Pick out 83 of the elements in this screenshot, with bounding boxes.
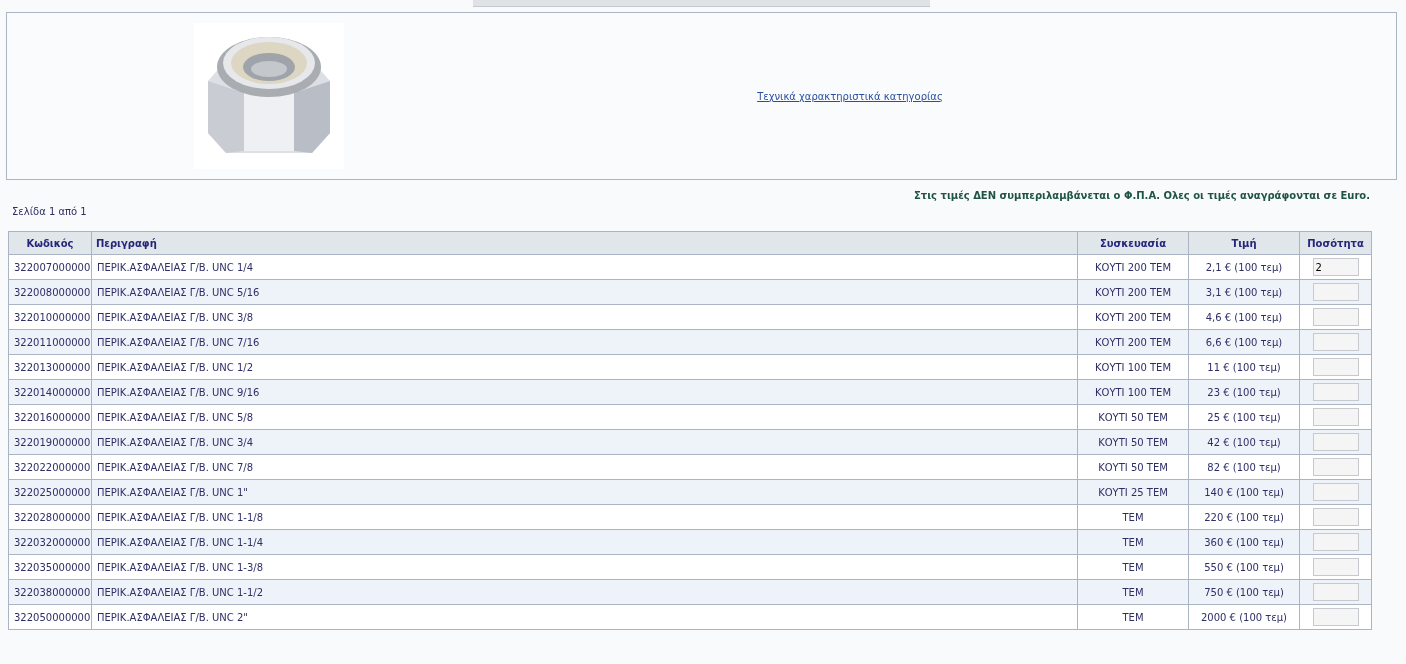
- price-cell: 2,1 € (100 τεμ): [1188, 254, 1300, 280]
- quantity-field[interactable]: [1312, 358, 1359, 376]
- code-cell: 322019000000: [8, 429, 92, 455]
- column-header: Ποσότητα: [1299, 231, 1372, 255]
- packaging-cell: ΚΟΥΤΙ 50 ΤΕΜ: [1077, 454, 1189, 480]
- description-cell: ΠΕΡΙΚ.ΑΣΦΑΛΕΙΑΣ Γ/Β. UNC 5/8: [91, 404, 1078, 430]
- quantity-field[interactable]: [1312, 458, 1359, 476]
- code-cell: 322032000000: [8, 529, 92, 555]
- quantity-field[interactable]: [1312, 483, 1359, 501]
- description-cell: ΠΕΡΙΚ.ΑΣΦΑΛΕΙΑΣ Γ/Β. UNC 1-1/8: [91, 504, 1078, 530]
- packaging-cell: ΚΟΥΤΙ 200 ΤΕΜ: [1077, 254, 1189, 280]
- quantity-field[interactable]: [1312, 608, 1359, 626]
- packaging-cell: ΤΕΜ: [1077, 529, 1189, 555]
- code-cell: 322025000000: [8, 479, 92, 505]
- quantity-field[interactable]: [1312, 433, 1359, 451]
- price-cell: 6,6 € (100 τεμ): [1188, 329, 1300, 355]
- price-cell: 23 € (100 τεμ): [1188, 379, 1300, 405]
- quantity-field[interactable]: [1312, 508, 1359, 526]
- price-cell: 750 € (100 τεμ): [1188, 579, 1300, 605]
- quantity-field[interactable]: [1312, 583, 1359, 601]
- price-cell: 220 € (100 τεμ): [1188, 504, 1300, 530]
- description-cell: ΠΕΡΙΚ.ΑΣΦΑΛΕΙΑΣ Γ/Β. UNC 1/2: [91, 354, 1078, 380]
- description-cell: ΠΕΡΙΚ.ΑΣΦΑΛΕΙΑΣ Γ/Β. UNC 5/16: [91, 279, 1078, 305]
- code-cell: 322016000000: [8, 404, 92, 430]
- column-header: Περιγραφή: [91, 231, 1078, 255]
- packaging-cell: ΚΟΥΤΙ 100 ΤΕΜ: [1077, 354, 1189, 380]
- packaging-cell: ΤΕΜ: [1077, 504, 1189, 530]
- code-cell: 322022000000: [8, 454, 92, 480]
- price-cell: 82 € (100 τεμ): [1188, 454, 1300, 480]
- column-header: Τιμή: [1188, 231, 1300, 255]
- column-header: Κωδικός: [8, 231, 92, 255]
- vat-note: Στις τιμές ΔΕΝ συμπεριλαμβάνεται ο Φ.Π.Α. Ολες οι τιμές αναγράφονται σε Euro.: [914, 190, 1370, 201]
- price-cell: 11 € (100 τεμ): [1188, 354, 1300, 380]
- description-cell: ΠΕΡΙΚ.ΑΣΦΑΛΕΙΑΣ Γ/Β. UNC 2": [91, 604, 1078, 630]
- code-cell: 322038000000: [8, 579, 92, 605]
- quantity-field[interactable]: [1312, 558, 1359, 576]
- quantity-field[interactable]: [1312, 533, 1359, 551]
- packaging-cell: ΚΟΥΤΙ 50 ΤΕΜ: [1077, 429, 1189, 455]
- description-cell: ΠΕΡΙΚ.ΑΣΦΑΛΕΙΑΣ Γ/Β. UNC 3/4: [91, 429, 1078, 455]
- packaging-cell: ΚΟΥΤΙ 25 ΤΕΜ: [1077, 479, 1189, 505]
- price-cell: 360 € (100 τεμ): [1188, 529, 1300, 555]
- quantity-field[interactable]: [1312, 408, 1359, 426]
- code-cell: 322007000000: [8, 254, 92, 280]
- quantity-field[interactable]: 2: [1312, 258, 1359, 276]
- description-cell: ΠΕΡΙΚ.ΑΣΦΑΛΕΙΑΣ Γ/Β. UNC 1-1/2: [91, 579, 1078, 605]
- description-cell: ΠΕΡΙΚ.ΑΣΦΑΛΕΙΑΣ Γ/Β. UNC 7/16: [91, 329, 1078, 355]
- description-cell: ΠΕΡΙΚ.ΑΣΦΑΛΕΙΑΣ Γ/Β. UNC 1": [91, 479, 1078, 505]
- quantity-field[interactable]: [1312, 333, 1359, 351]
- code-cell: 322050000000: [8, 604, 92, 630]
- price-cell: 42 € (100 τεμ): [1188, 429, 1300, 455]
- packaging-cell: ΤΕΜ: [1077, 554, 1189, 580]
- code-cell: 322035000000: [8, 554, 92, 580]
- price-cell: 550 € (100 τεμ): [1188, 554, 1300, 580]
- packaging-cell: ΚΟΥΤΙ 100 ΤΕΜ: [1077, 379, 1189, 405]
- quantity-field[interactable]: [1312, 308, 1359, 326]
- description-cell: ΠΕΡΙΚ.ΑΣΦΑΛΕΙΑΣ Γ/Β. UNC 7/8: [91, 454, 1078, 480]
- price-cell: 3,1 € (100 τεμ): [1188, 279, 1300, 305]
- column-header: Συσκευασία: [1077, 231, 1189, 255]
- price-cell: 25 € (100 τεμ): [1188, 404, 1300, 430]
- description-cell: ΠΕΡΙΚ.ΑΣΦΑΛΕΙΑΣ Γ/Β. UNC 1/4: [91, 254, 1078, 280]
- code-cell: 322010000000: [8, 304, 92, 330]
- description-cell: ΠΕΡΙΚ.ΑΣΦΑΛΕΙΑΣ Γ/Β. UNC 3/8: [91, 304, 1078, 330]
- code-cell: 322028000000: [8, 504, 92, 530]
- quantity-field[interactable]: [1312, 383, 1359, 401]
- price-cell: 140 € (100 τεμ): [1188, 479, 1300, 505]
- packaging-cell: ΚΟΥΤΙ 200 ΤΕΜ: [1077, 329, 1189, 355]
- packaging-cell: ΤΕΜ: [1077, 579, 1189, 605]
- packaging-cell: ΚΟΥΤΙ 200 ΤΕΜ: [1077, 304, 1189, 330]
- page-indicator: Σελίδα 1 από 1: [12, 206, 87, 217]
- description-cell: ΠΕΡΙΚ.ΑΣΦΑΛΕΙΑΣ Γ/Β. UNC 9/16: [91, 379, 1078, 405]
- code-cell: 322008000000: [8, 279, 92, 305]
- code-cell: 322014000000: [8, 379, 92, 405]
- packaging-cell: ΤΕΜ: [1077, 604, 1189, 630]
- price-cell: 4,6 € (100 τεμ): [1188, 304, 1300, 330]
- packaging-cell: ΚΟΥΤΙ 200 ΤΕΜ: [1077, 279, 1189, 305]
- description-cell: ΠΕΡΙΚ.ΑΣΦΑΛΕΙΑΣ Γ/Β. UNC 1-1/4: [91, 529, 1078, 555]
- packaging-cell: ΚΟΥΤΙ 50 ΤΕΜ: [1077, 404, 1189, 430]
- price-cell: 2000 € (100 τεμ): [1188, 604, 1300, 630]
- description-cell: ΠΕΡΙΚ.ΑΣΦΑΛΕΙΑΣ Γ/Β. UNC 1-3/8: [91, 554, 1078, 580]
- code-cell: 322011000000: [8, 329, 92, 355]
- code-cell: 322013000000: [8, 354, 92, 380]
- technical-specs-link[interactable]: Τεχνικά χαρακτηριστικά κατηγορίας: [757, 90, 943, 102]
- quantity-field[interactable]: [1312, 283, 1359, 301]
